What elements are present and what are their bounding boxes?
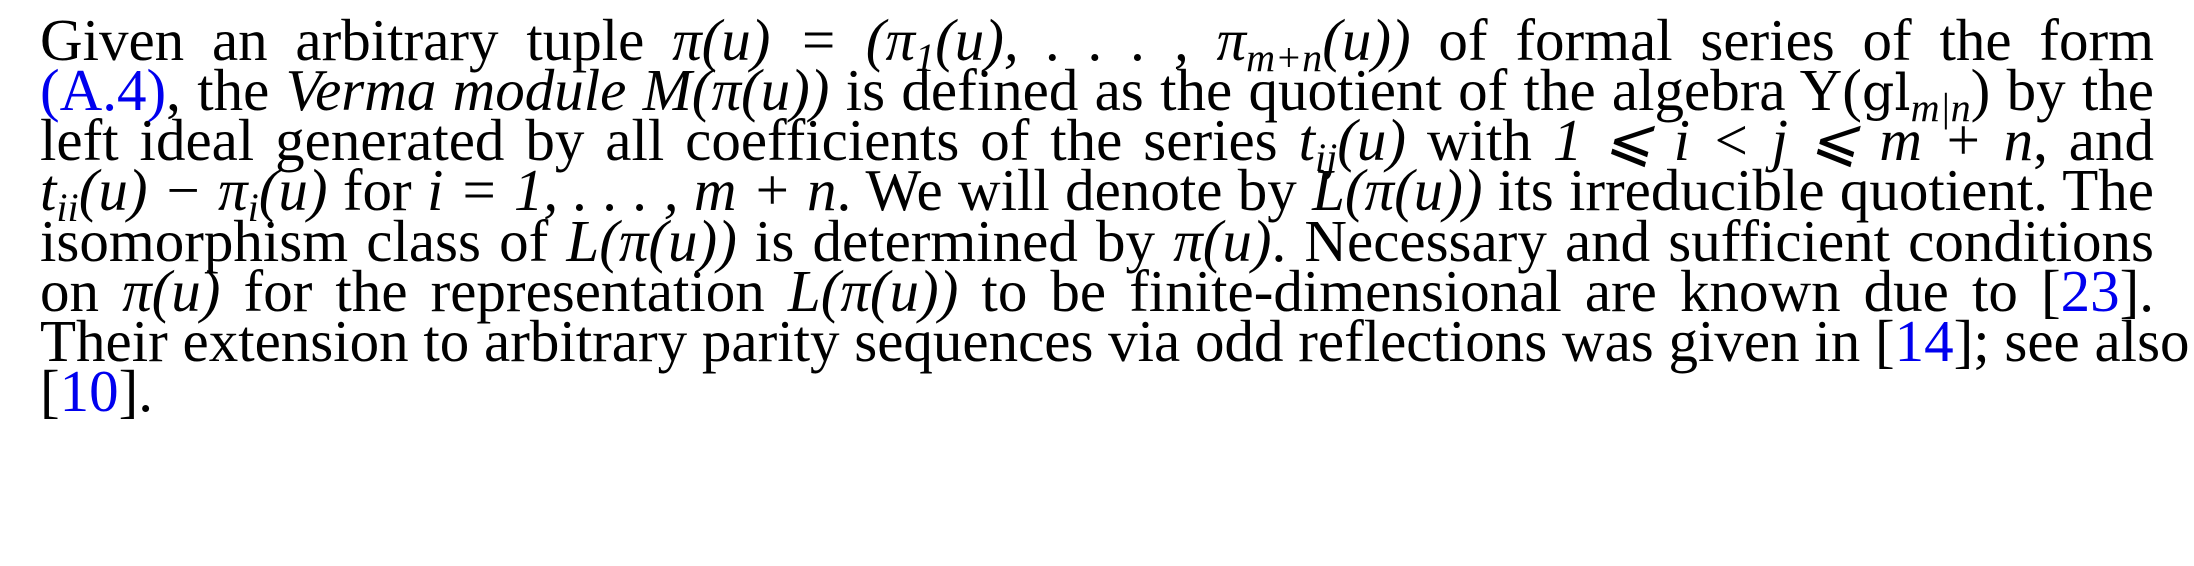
bracket: ].	[118, 358, 154, 424]
bracket: [	[40, 358, 60, 424]
citation-10[interactable]: 10	[60, 358, 119, 424]
line-8: [10].	[40, 355, 2154, 427]
